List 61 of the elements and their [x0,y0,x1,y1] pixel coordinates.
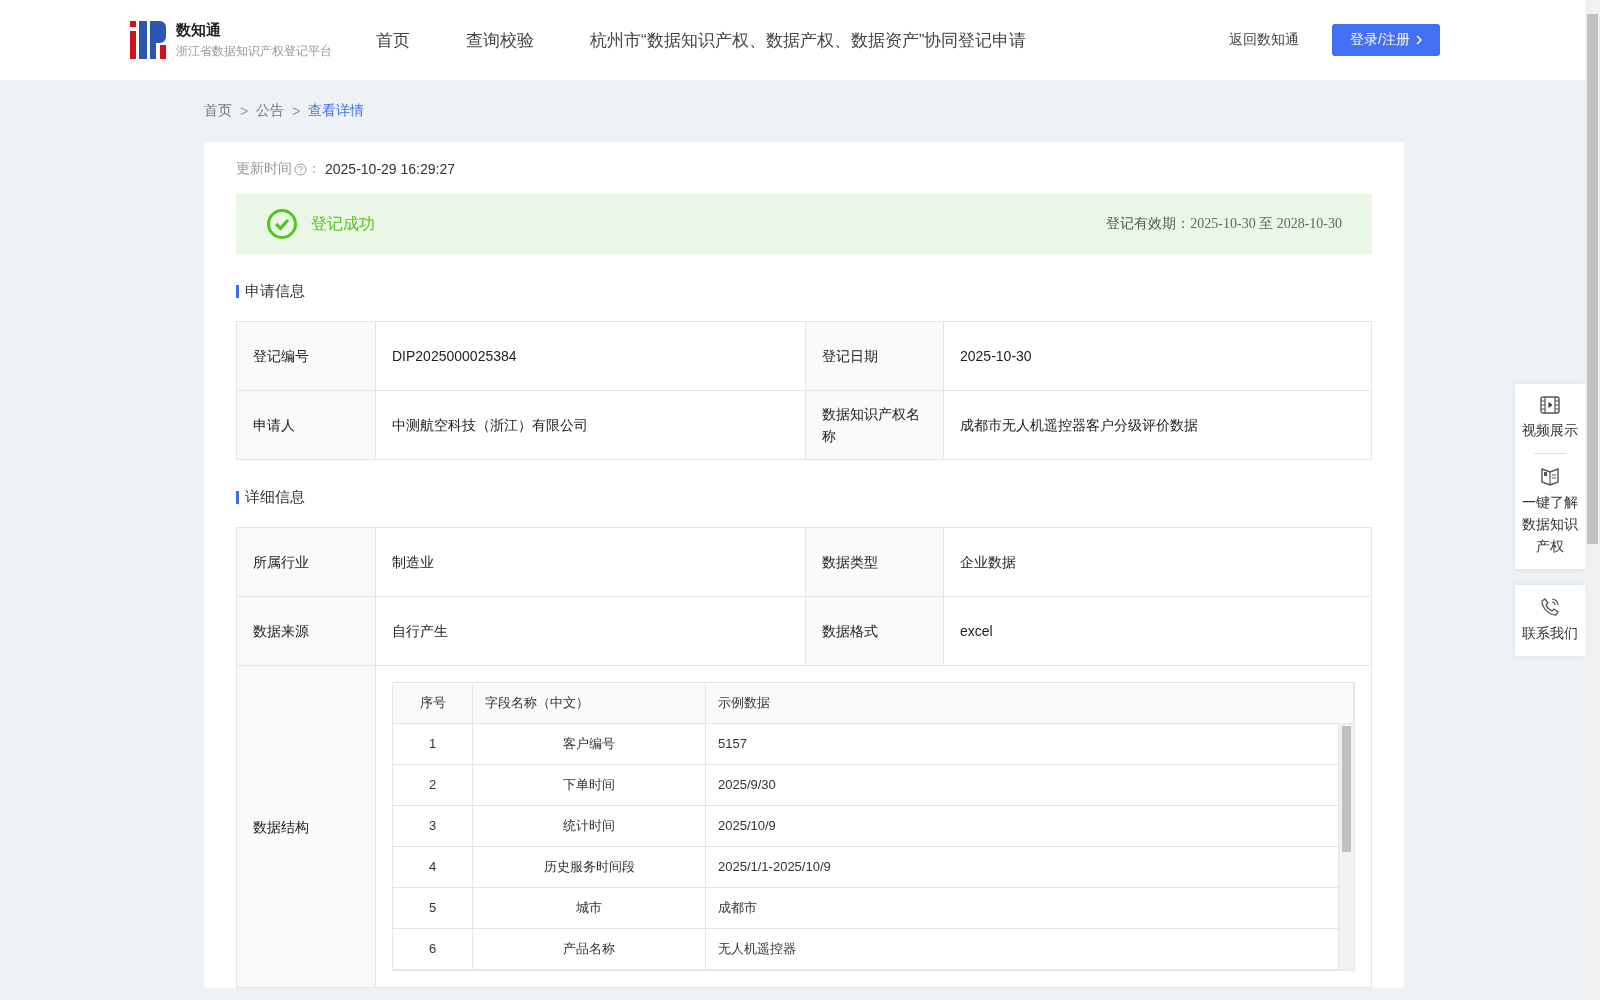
field-value: 2025-10-30 [944,322,1372,391]
validity-label: 登记有效期： [1106,215,1191,233]
field-label: 数据类型 [806,528,944,597]
logo-title: 数知通 [176,20,222,40]
field-value: excel [944,597,1372,666]
nav-link[interactable]: 杭州市“数据知识产权、数据产权、数据资产”协同登记申请 [590,28,1027,52]
table-cell: 5 [393,888,473,928]
chevron-right-icon [1415,35,1422,45]
table-cell: 统计时间 [473,806,706,846]
field-label: 数据来源 [237,597,376,666]
logo-icon [130,21,166,59]
section-title: 申请信息 [245,282,305,301]
breadcrumb-separator: > [240,103,249,119]
floating-link[interactable]: 一键了解数据知识产权 [1521,491,1579,557]
table-cell: 6 [393,929,473,969]
film-icon [1540,396,1560,414]
column-header: 字段名称（中文） [473,683,706,723]
update-time-label: 更新时间 [236,160,292,178]
field-label: 所属行业 [237,528,376,597]
floating-link[interactable]: 联系我们 [1521,622,1579,644]
update-time-value: 2025-10-29 16:29:27 [325,161,455,177]
field-value: 成都市无人机遥控器客户分级评价数据 [944,391,1372,460]
table-cell: 3 [393,806,473,846]
breadcrumb-link[interactable]: 公告 [256,102,285,120]
nav-link[interactable]: 首页 [376,28,410,52]
field-label: 登记编号 [237,322,376,391]
table-cell: 城市 [473,888,706,928]
field-value: 企业数据 [944,528,1372,597]
validity-period: 2025-10-30 至 2028-10-30 [1190,215,1342,233]
scrollbar[interactable] [1585,0,1600,1000]
column-header: 序号 [393,683,473,723]
update-time-colon: ： [307,160,321,178]
table-cell: 2 [393,765,473,805]
table-cell: 4 [393,847,473,887]
table-cell: 历史服务时间段 [473,847,706,887]
table-cell: 产品名称 [473,929,706,969]
field-label: 申请人 [237,391,376,460]
status-text: 登记成功 [311,213,376,234]
logo-subtitle: 浙江省数据知识产权登记平台 [176,42,332,60]
table-cell: 下单时间 [473,765,706,805]
login-button[interactable]: 登录/注册 [1332,24,1440,56]
scrollbar[interactable] [1339,724,1354,970]
help-icon[interactable] [294,162,307,176]
column-header: 示例数据 [706,683,1354,723]
section-title: 详细信息 [245,488,305,507]
section-marker [236,285,239,298]
section-marker [236,491,239,504]
floating-link[interactable]: 视频展示 [1521,419,1579,441]
field-label: 登记日期 [806,322,944,391]
breadcrumb-separator: > [292,103,301,119]
nav-link[interactable]: 查询校验 [466,28,534,52]
field-label: 数据格式 [806,597,944,666]
phone-icon [1540,597,1560,617]
breadcrumb-link[interactable]: 查看详情 [308,102,365,120]
field-label: 数据知识产权名称 [806,391,944,460]
table-cell: 1 [393,724,473,764]
book-icon [1540,466,1560,486]
field-label: 数据结构 [237,666,376,988]
table-cell: 客户编号 [473,724,706,764]
breadcrumb-link[interactable]: 首页 [204,102,232,120]
back-link[interactable]: 返回数知通 [1229,31,1299,49]
